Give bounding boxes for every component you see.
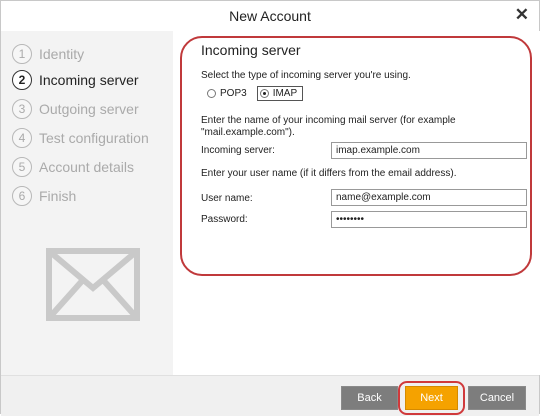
step-number: 1 <box>12 44 32 64</box>
server-name-prompt: Enter the name of your incoming mail ser… <box>201 115 456 126</box>
step-account-details: 5 Account details <box>12 156 134 178</box>
pop3-label: POP3 <box>220 88 247 99</box>
pop3-option[interactable]: POP3 <box>207 88 247 99</box>
next-button[interactable]: Next <box>405 386 458 410</box>
imap-focus-box: IMAP <box>256 86 304 101</box>
username-label: User name: <box>201 193 253 204</box>
server-type-prompt: Select the type of incoming server you'r… <box>201 70 411 81</box>
envelope-icon <box>46 248 140 321</box>
incoming-server-input[interactable] <box>331 142 527 159</box>
imap-radio[interactable] <box>259 89 269 98</box>
step-number: 3 <box>12 99 32 119</box>
step-finish: 6 Finish <box>12 185 76 207</box>
step-test-configuration: 4 Test configuration <box>12 127 149 149</box>
incoming-server-panel: Incoming server Select the type of incom… <box>173 31 541 375</box>
step-label: Incoming server <box>39 72 139 88</box>
server-type-radio-group: POP3 IMAP <box>207 86 313 101</box>
step-label: Test configuration <box>39 130 149 146</box>
pop3-radio[interactable] <box>207 89 216 98</box>
imap-option[interactable]: IMAP <box>256 86 304 101</box>
steps-sidebar: 1 Identity 2 Incoming server 3 Outgoing … <box>1 31 173 375</box>
password-input[interactable] <box>331 211 527 228</box>
username-prompt: Enter your user name (if it differs from… <box>201 168 457 179</box>
step-outgoing-server: 3 Outgoing server <box>12 98 139 120</box>
step-number: 4 <box>12 128 32 148</box>
imap-label: IMAP <box>272 88 298 99</box>
section-title: Incoming server <box>201 42 301 58</box>
step-label: Account details <box>39 159 134 175</box>
dialog-footer: Back Next Cancel <box>1 375 539 416</box>
step-label: Identity <box>39 46 85 62</box>
cancel-button[interactable]: Cancel <box>468 386 526 410</box>
server-name-prompt-example: "mail.example.com"). <box>201 127 295 138</box>
title-bar: New Account ✕ <box>1 1 539 31</box>
dialog-title: New Account <box>229 8 311 24</box>
password-label: Password: <box>201 214 248 225</box>
username-input[interactable] <box>331 189 527 206</box>
new-account-dialog: New Account ✕ 1 Identity 2 Incoming serv… <box>0 0 541 416</box>
step-number: 6 <box>12 186 32 206</box>
step-label: Outgoing server <box>39 101 139 117</box>
step-incoming-server: 2 Incoming server <box>12 69 139 91</box>
close-icon[interactable]: ✕ <box>515 5 529 25</box>
step-number: 5 <box>12 157 32 177</box>
back-button[interactable]: Back <box>341 386 398 410</box>
incoming-server-label: Incoming server: <box>201 145 275 156</box>
step-identity: 1 Identity <box>12 43 84 65</box>
step-number: 2 <box>12 70 32 90</box>
step-label: Finish <box>39 188 77 204</box>
